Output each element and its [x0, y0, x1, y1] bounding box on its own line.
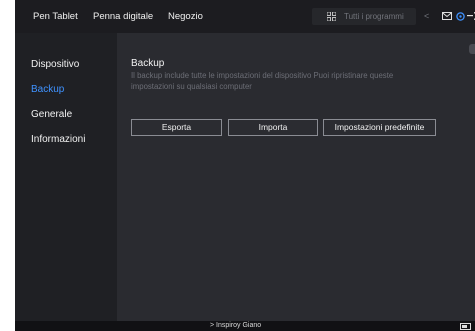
device-name[interactable]: > Inspiroy Giano — [210, 321, 261, 331]
restore-defaults-button[interactable]: Impostazioni predefinite — [323, 119, 436, 136]
sidebar-item-backup[interactable]: Backup — [31, 83, 64, 96]
minimize-icon[interactable] — [467, 15, 473, 17]
status-bar: > Inspiroy Giano — [15, 321, 475, 331]
apps-grid-icon — [327, 12, 336, 21]
side-scroll-handle[interactable] — [469, 44, 475, 54]
sidebar: Dispositivo Backup Generale Informazioni — [15, 33, 117, 321]
mail-icon[interactable] — [442, 12, 452, 20]
search-placeholder: Tutti i programmi — [344, 12, 404, 21]
program-search[interactable]: Tutti i programmi — [312, 8, 416, 25]
page-title: Backup — [131, 58, 165, 69]
nav-store[interactable]: Negozio — [168, 11, 203, 23]
settings-icon[interactable] — [456, 12, 465, 21]
nav-digital-pen[interactable]: Penna digitale — [93, 11, 153, 23]
backup-description: Il backup include tutte le impostazioni … — [131, 71, 394, 91]
sidebar-item-about[interactable]: Informazioni — [31, 133, 85, 146]
top-bar: Pen Tablet Penna digitale Negozio Tutti … — [15, 0, 475, 33]
app-window: Pen Tablet Penna digitale Negozio Tutti … — [15, 0, 475, 331]
sidebar-item-device[interactable]: Dispositivo — [31, 58, 79, 71]
import-button[interactable]: Importa — [228, 119, 318, 136]
nav-pen-tablet[interactable]: Pen Tablet — [33, 11, 78, 23]
export-button[interactable]: Esporta — [131, 119, 222, 136]
battery-icon — [460, 323, 471, 330]
backup-panel: Backup Il backup include tutte le impost… — [117, 33, 475, 321]
back-icon[interactable]: < — [424, 10, 429, 22]
sidebar-item-general[interactable]: Generale — [31, 108, 72, 121]
